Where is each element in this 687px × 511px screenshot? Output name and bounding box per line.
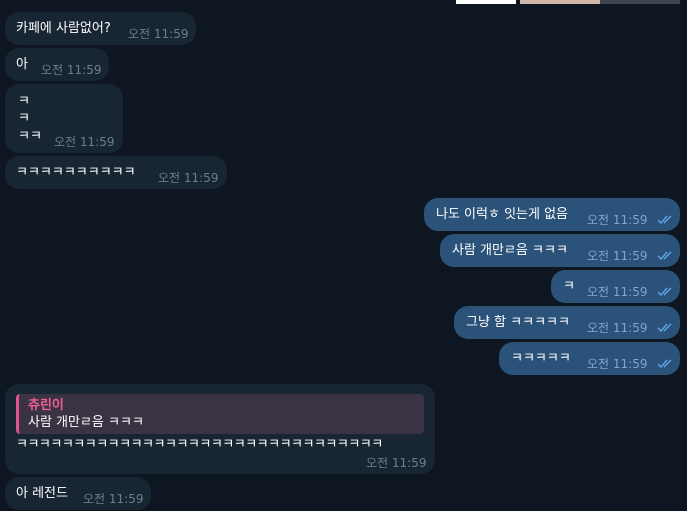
message-time: 오전 11:59 [366, 456, 427, 470]
message-text: ㅋㅋㅋㅋㅋㅋㅋㅋㅋㅋㅋㅋㅋㅋㅋㅋㅋㅋㅋㅋㅋㅋㅋㅋㅋㅋㅋㅋㅋㅋㅋㅋ [16, 437, 383, 452]
message-text: ㅋㅋㅋㅋㅋ [511, 351, 571, 366]
message-text: 카페에 사람없어? [16, 21, 111, 36]
message-text: 아 [16, 57, 28, 72]
message-text: 나도 이럭ㅎ 잇는게 없음 [436, 207, 568, 222]
message-incoming[interactable]: 아 오전 11:59 [5, 48, 109, 81]
double-check-icon [657, 323, 672, 333]
message-time: 오전 11:59 [587, 357, 648, 371]
double-check-icon [657, 251, 672, 261]
message-incoming-reply[interactable]: 츄린이 사람 개만ㄹ음 ㅋㅋㅋ ㅋㅋㅋㅋㅋㅋㅋㅋㅋㅋㅋㅋㅋㅋㅋㅋㅋㅋㅋㅋㅋㅋㅋㅋ… [5, 384, 435, 474]
message-text-line: ㅋㅋ [18, 129, 42, 144]
message-text: 아 레전드 [16, 486, 68, 501]
message-time: 오전 11:59 [587, 249, 648, 263]
message-incoming[interactable]: 카페에 사람없어? 오전 11:59 [5, 12, 196, 45]
double-check-icon [657, 287, 672, 297]
message-outgoing[interactable]: ㅋㅋㅋㅋㅋ 오전 11:59 [499, 342, 680, 375]
reply-quote[interactable]: 츄린이 사람 개만ㄹ음 ㅋㅋㅋ [16, 394, 424, 434]
message-time: 오전 11:59 [587, 213, 648, 227]
media-thumbnail[interactable] [456, 0, 680, 4]
message-text: ㅋㅋㅋㅋㅋㅋㅋㅋㅋㅋ [16, 165, 136, 180]
double-check-icon [657, 215, 672, 225]
message-outgoing[interactable]: ㅋ 오전 11:59 [551, 270, 680, 303]
message-time: 오전 11:59 [587, 321, 648, 335]
message-time: 오전 11:59 [41, 63, 102, 77]
message-time: 오전 11:59 [158, 171, 219, 185]
message-incoming[interactable]: ㅋㅋㅋㅋㅋㅋㅋㅋㅋㅋ 오전 11:59 [5, 156, 227, 189]
message-time: 오전 11:59 [128, 27, 189, 41]
message-outgoing[interactable]: 사람 개만ㄹ음 ㅋㅋㅋ 오전 11:59 [440, 234, 680, 267]
message-incoming[interactable]: 아 레전드 오전 11:59 [5, 477, 151, 510]
message-outgoing[interactable]: 나도 이럭ㅎ 잇는게 없음 오전 11:59 [424, 198, 680, 231]
message-text: 그냥 함 ㅋㅋㅋㅋㅋ [466, 315, 570, 330]
chat-history[interactable]: 카페에 사람없어? 오전 11:59 아 오전 11:59 ㅋ ㅋ ㅋㅋ 오전 … [0, 0, 687, 511]
double-check-icon [657, 359, 672, 369]
message-time: 오전 11:59 [587, 285, 648, 299]
message-time: 오전 11:59 [54, 135, 115, 149]
reply-quoted-text: 사람 개만ㄹ음 ㅋㅋㅋ [28, 415, 144, 430]
message-outgoing[interactable]: 그냥 함 ㅋㅋㅋㅋㅋ 오전 11:59 [454, 306, 680, 339]
message-text: 사람 개만ㄹ음 ㅋㅋㅋ [452, 243, 568, 258]
message-text-line: ㅋ [18, 111, 30, 126]
message-time: 오전 11:59 [83, 492, 144, 506]
message-text-line: ㅋ [18, 94, 30, 109]
reply-author: 츄린이 [28, 398, 64, 413]
message-text: ㅋ [563, 279, 575, 294]
message-incoming[interactable]: ㅋ ㅋ ㅋㅋ 오전 11:59 [5, 84, 123, 153]
